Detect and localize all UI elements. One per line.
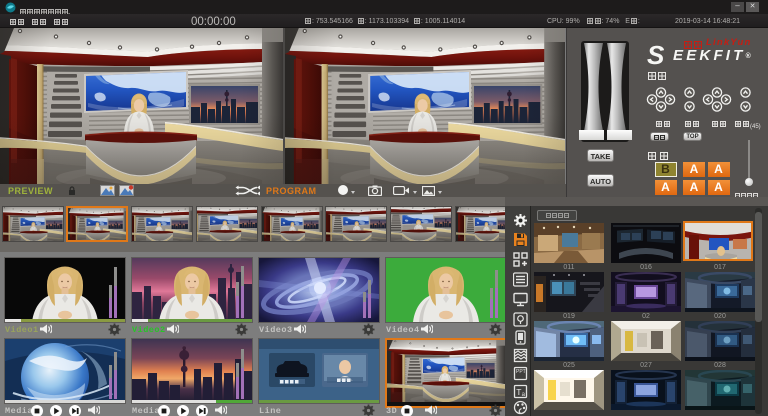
svg-text:PPT: PPT <box>516 369 526 375</box>
